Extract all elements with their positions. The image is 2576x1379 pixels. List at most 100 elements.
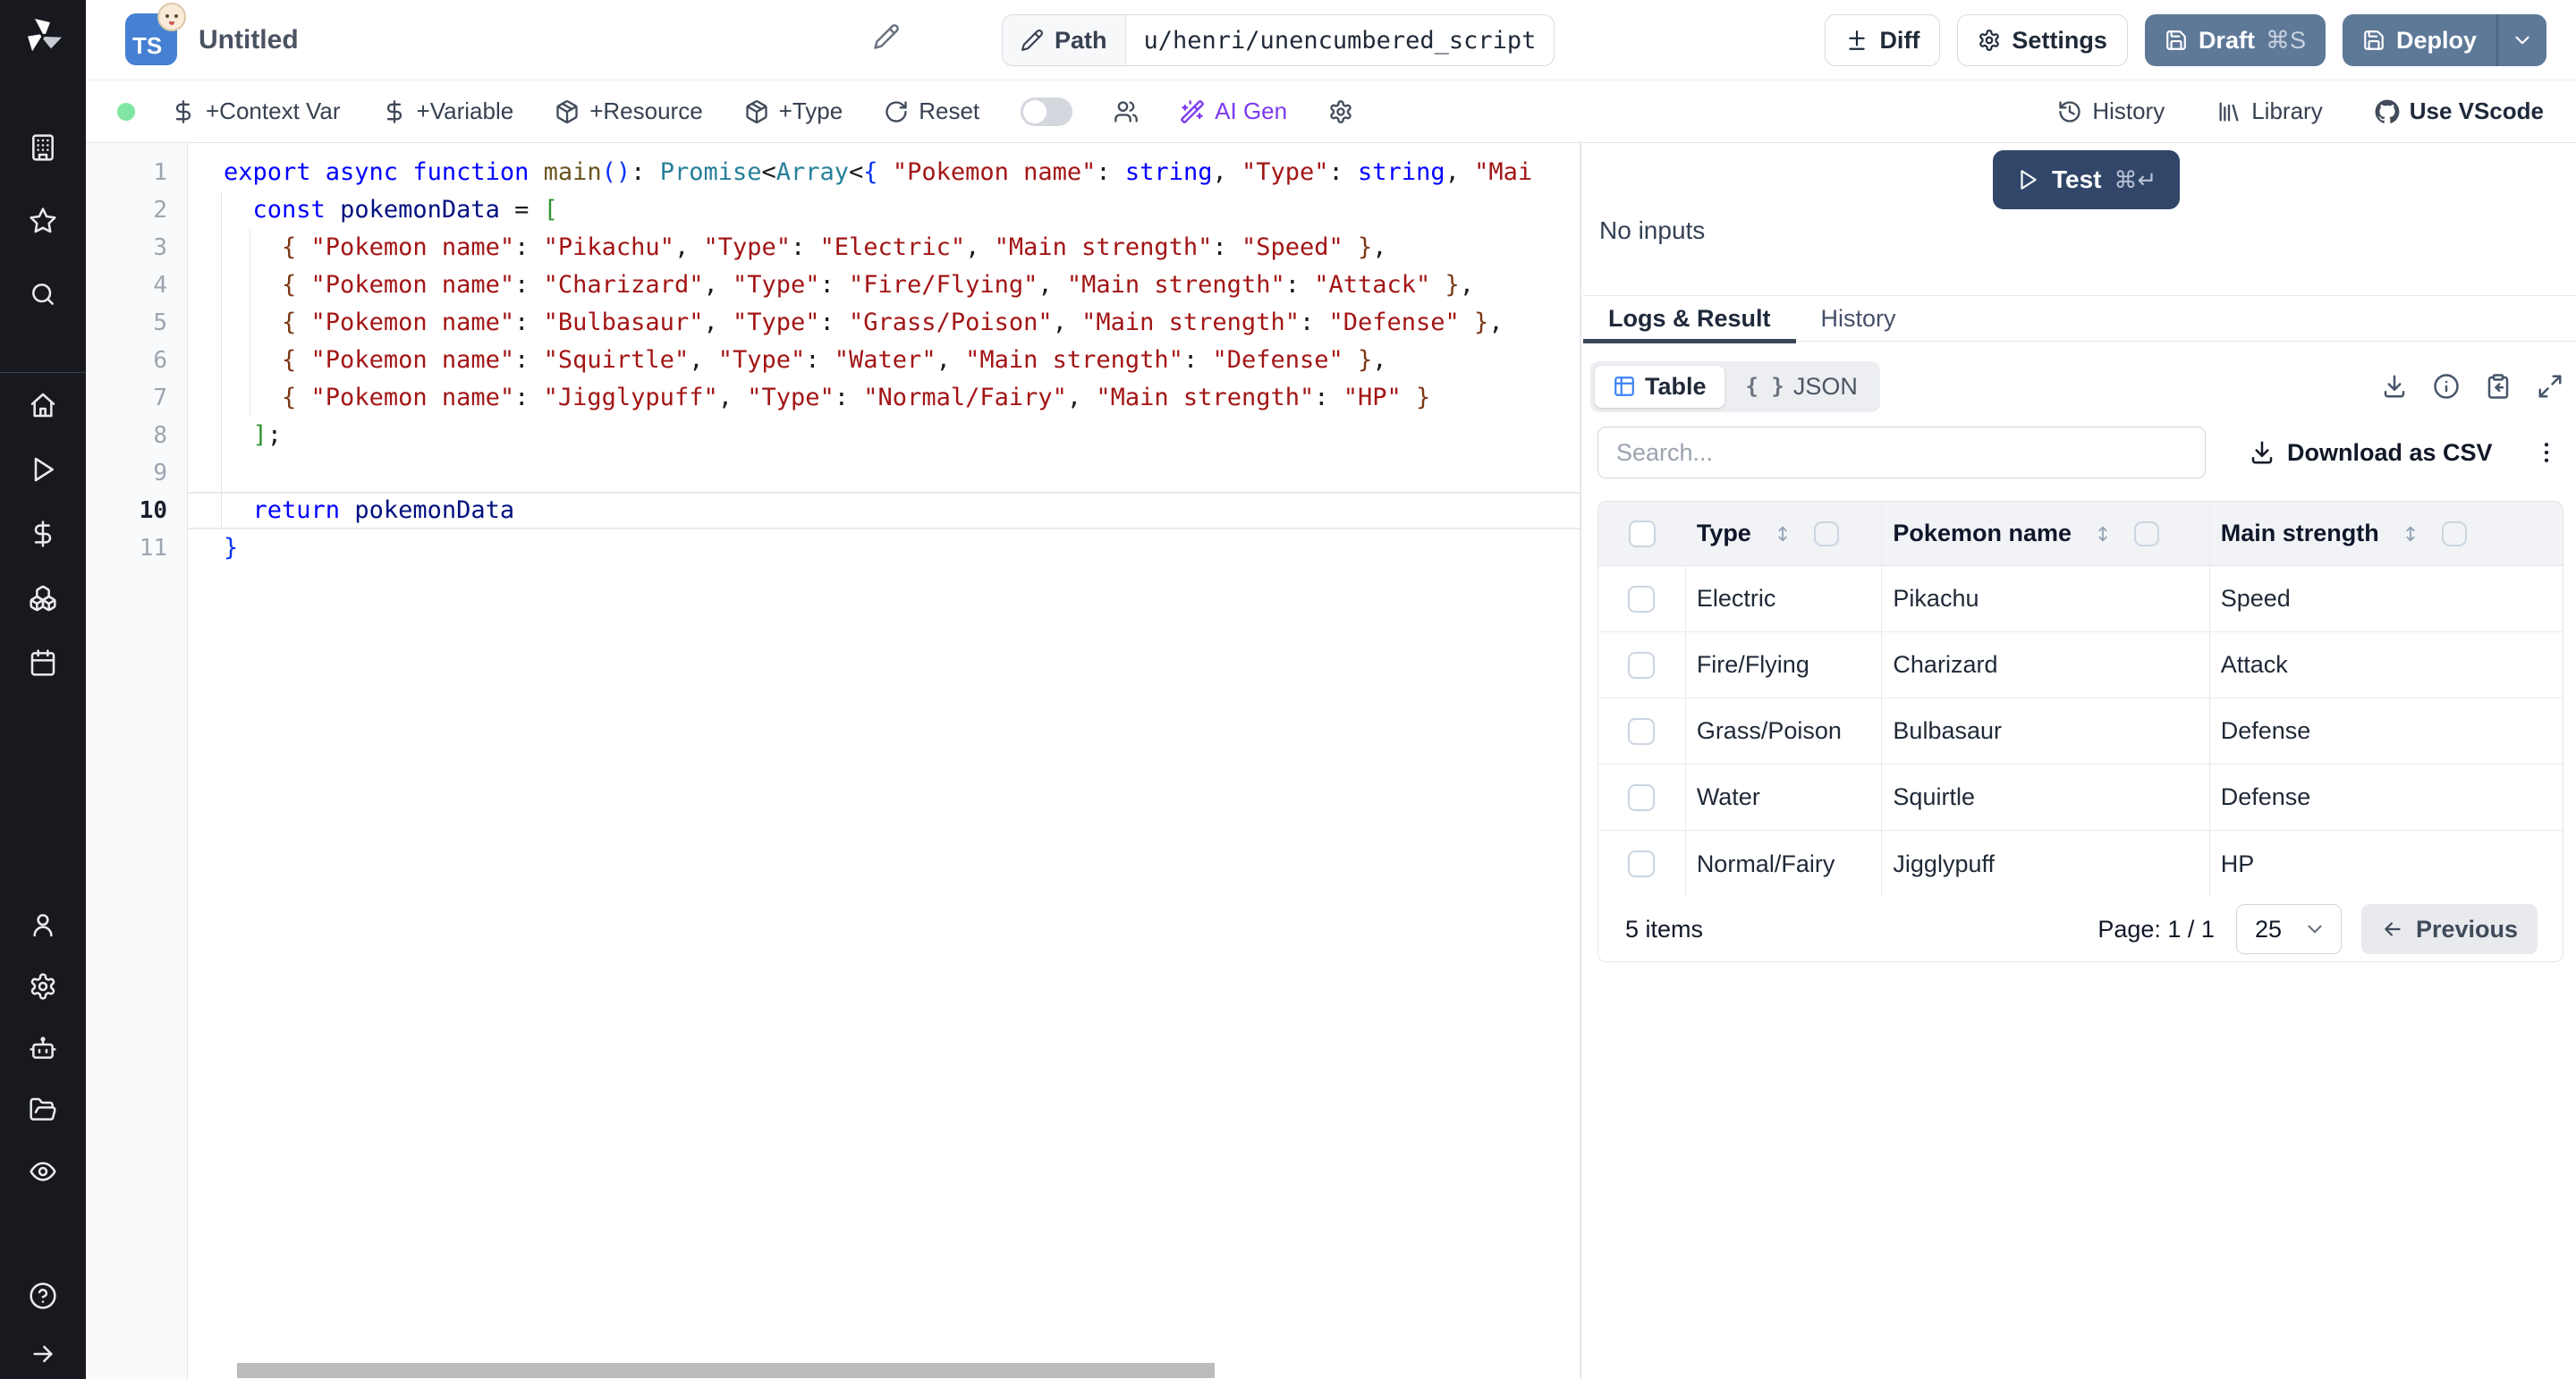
row-checkbox[interactable] (1628, 652, 1655, 679)
package-icon (744, 99, 769, 124)
horizontal-scrollbar[interactable] (237, 1363, 1215, 1378)
sidebar-item-calendar[interactable] (0, 630, 86, 695)
add-type-button[interactable]: +Type (744, 97, 843, 125)
sidebar-item-dollar[interactable] (0, 502, 86, 566)
windmill-logo[interactable] (21, 14, 64, 57)
sidebar-item-eye[interactable] (0, 1140, 86, 1202)
previous-page-button[interactable]: Previous (2361, 904, 2538, 954)
copy-to-clipboard-icon[interactable] (2485, 373, 2512, 400)
line-number: 5 (96, 304, 167, 342)
sidebar-item-play[interactable] (0, 437, 86, 502)
sidebar-item-gear[interactable] (0, 955, 86, 1017)
row-checkbox[interactable] (1628, 850, 1655, 877)
collab-toggle[interactable] (1021, 97, 1072, 126)
sort-icon[interactable] (2093, 524, 2113, 544)
row-checkbox[interactable] (1628, 784, 1655, 811)
column-header-pokemon-name[interactable]: Pokemon name (1882, 502, 2209, 565)
code-line[interactable]: ]; (224, 417, 1580, 454)
sort-icon[interactable] (2401, 524, 2420, 544)
diff-button[interactable]: Diff (1825, 14, 1940, 66)
download-csv-button[interactable]: Download as CSV (2249, 439, 2493, 467)
column-header-main-strength[interactable]: Main strength (2210, 520, 2563, 547)
braces-icon: { } (1746, 374, 1784, 399)
history-button[interactable]: History (2057, 97, 2165, 125)
table-row[interactable]: ElectricPikachuSpeed (1598, 566, 2563, 632)
column-filter-chip[interactable] (1814, 521, 1839, 546)
info-icon[interactable] (2433, 373, 2460, 400)
deploy-dropdown-button[interactable] (2496, 14, 2546, 66)
line-number: 11 (96, 529, 167, 567)
add-context-var-button[interactable]: +Context Var (171, 97, 341, 125)
code-line[interactable]: { "Pokemon name": "Pikachu", "Type": "El… (224, 229, 1580, 266)
column-filter-chip[interactable] (2134, 521, 2159, 546)
table-row[interactable]: Normal/FairyJigglypuffHP (1598, 831, 2563, 897)
page-size-select[interactable]: 25 (2236, 904, 2342, 954)
run-panel: Test ⌘↵ No inputs Logs & Result History … (1583, 143, 2576, 1379)
table-view-button[interactable]: Table (1595, 366, 1724, 408)
code-line[interactable] (224, 454, 1580, 492)
cell-pokemon-name: Charizard (1882, 632, 2209, 698)
test-button[interactable]: Test ⌘↵ (1993, 150, 2180, 209)
settings-button[interactable]: Settings (1957, 14, 2128, 66)
sidebar-item-boxes[interactable] (0, 566, 86, 630)
sidebar-item-home[interactable] (0, 373, 86, 437)
select-all-checkbox[interactable] (1629, 520, 1656, 547)
table-row[interactable]: Fire/FlyingCharizardAttack (1598, 632, 2563, 698)
reset-button[interactable]: Reset (884, 97, 979, 125)
code-line[interactable]: { "Pokemon name": "Jigglypuff", "Type": … (224, 379, 1580, 417)
code-line[interactable]: { "Pokemon name": "Charizard", "Type": "… (224, 266, 1580, 304)
sidebar-item-arrow-right[interactable] (0, 1324, 86, 1379)
code-line[interactable]: export async function main(): Promise<Ar… (224, 154, 1580, 191)
table-row[interactable]: Grass/PoisonBulbasaurDefense (1598, 698, 2563, 765)
deploy-label: Deploy (2396, 27, 2477, 55)
multiplayer-button[interactable] (1114, 99, 1139, 124)
column-header-type[interactable]: Type (1686, 502, 1883, 565)
search-input[interactable] (1597, 427, 2206, 478)
topbar-actions: Diff Settings Draft ⌘S Deploy (1825, 14, 2546, 66)
add-variable-button[interactable]: +Variable (382, 97, 514, 125)
no-inputs-text: No inputs (1599, 216, 1705, 245)
sidebar-item-search[interactable] (0, 258, 86, 331)
path-label-segment: Path (1003, 15, 1126, 65)
table-row[interactable]: WaterSquirtleDefense (1598, 765, 2563, 831)
expand-icon[interactable] (2537, 373, 2563, 400)
sidebar-item-folder[interactable] (0, 1079, 86, 1140)
sidebar-item-building[interactable] (0, 111, 86, 184)
add-resource-button[interactable]: +Resource (555, 97, 702, 125)
json-view-button[interactable]: { } JSON (1728, 366, 1876, 408)
row-checkbox[interactable] (1628, 586, 1655, 613)
sidebar-item-bot[interactable] (0, 1017, 86, 1079)
sidebar-item-star[interactable] (0, 184, 86, 258)
deploy-button[interactable]: Deploy (2343, 14, 2496, 66)
history-label: History (2092, 97, 2165, 125)
library-button[interactable]: Library (2216, 97, 2322, 125)
result-actions (2381, 373, 2563, 400)
code-line[interactable]: const pokemonData = [ (224, 191, 1580, 229)
sidebar-group-lower (0, 893, 86, 1202)
use-vscode-button[interactable]: Use VScode (2375, 97, 2544, 125)
sort-icon[interactable] (1773, 524, 1792, 544)
sidebar-item-help[interactable] (0, 1266, 86, 1324)
home-icon (29, 391, 57, 419)
code-line[interactable]: return pokemonData (224, 492, 1580, 529)
tab-history[interactable]: History (1796, 296, 1921, 341)
download-icon[interactable] (2381, 373, 2408, 400)
user-icon (29, 910, 57, 939)
edit-summary-pencil-icon[interactable] (873, 23, 900, 50)
code-line[interactable]: { "Pokemon name": "Squirtle", "Type": "W… (224, 342, 1580, 379)
code-line[interactable]: } (224, 529, 1580, 567)
tab-logs-result[interactable]: Logs & Result (1583, 296, 1796, 341)
diff-icon (1845, 29, 1868, 52)
code-editor[interactable]: 1234567891011 export async function main… (86, 143, 1581, 1379)
row-checkbox[interactable] (1628, 718, 1655, 745)
sidebar-item-user[interactable] (0, 893, 86, 955)
ai-gen-button[interactable]: AI Gen (1180, 97, 1287, 125)
editor-settings-button[interactable] (1328, 99, 1353, 124)
kebab-menu-icon[interactable] (2533, 439, 2560, 466)
column-filter-chip[interactable] (2442, 521, 2467, 546)
path-control[interactable]: Path u/henri/unencumbered_script (1002, 14, 1555, 66)
draft-button[interactable]: Draft ⌘S (2145, 14, 2326, 66)
typescript-badge: TS (125, 13, 177, 65)
history-clock-icon (2057, 99, 2082, 124)
code-line[interactable]: { "Pokemon name": "Bulbasaur", "Type": "… (224, 304, 1580, 342)
